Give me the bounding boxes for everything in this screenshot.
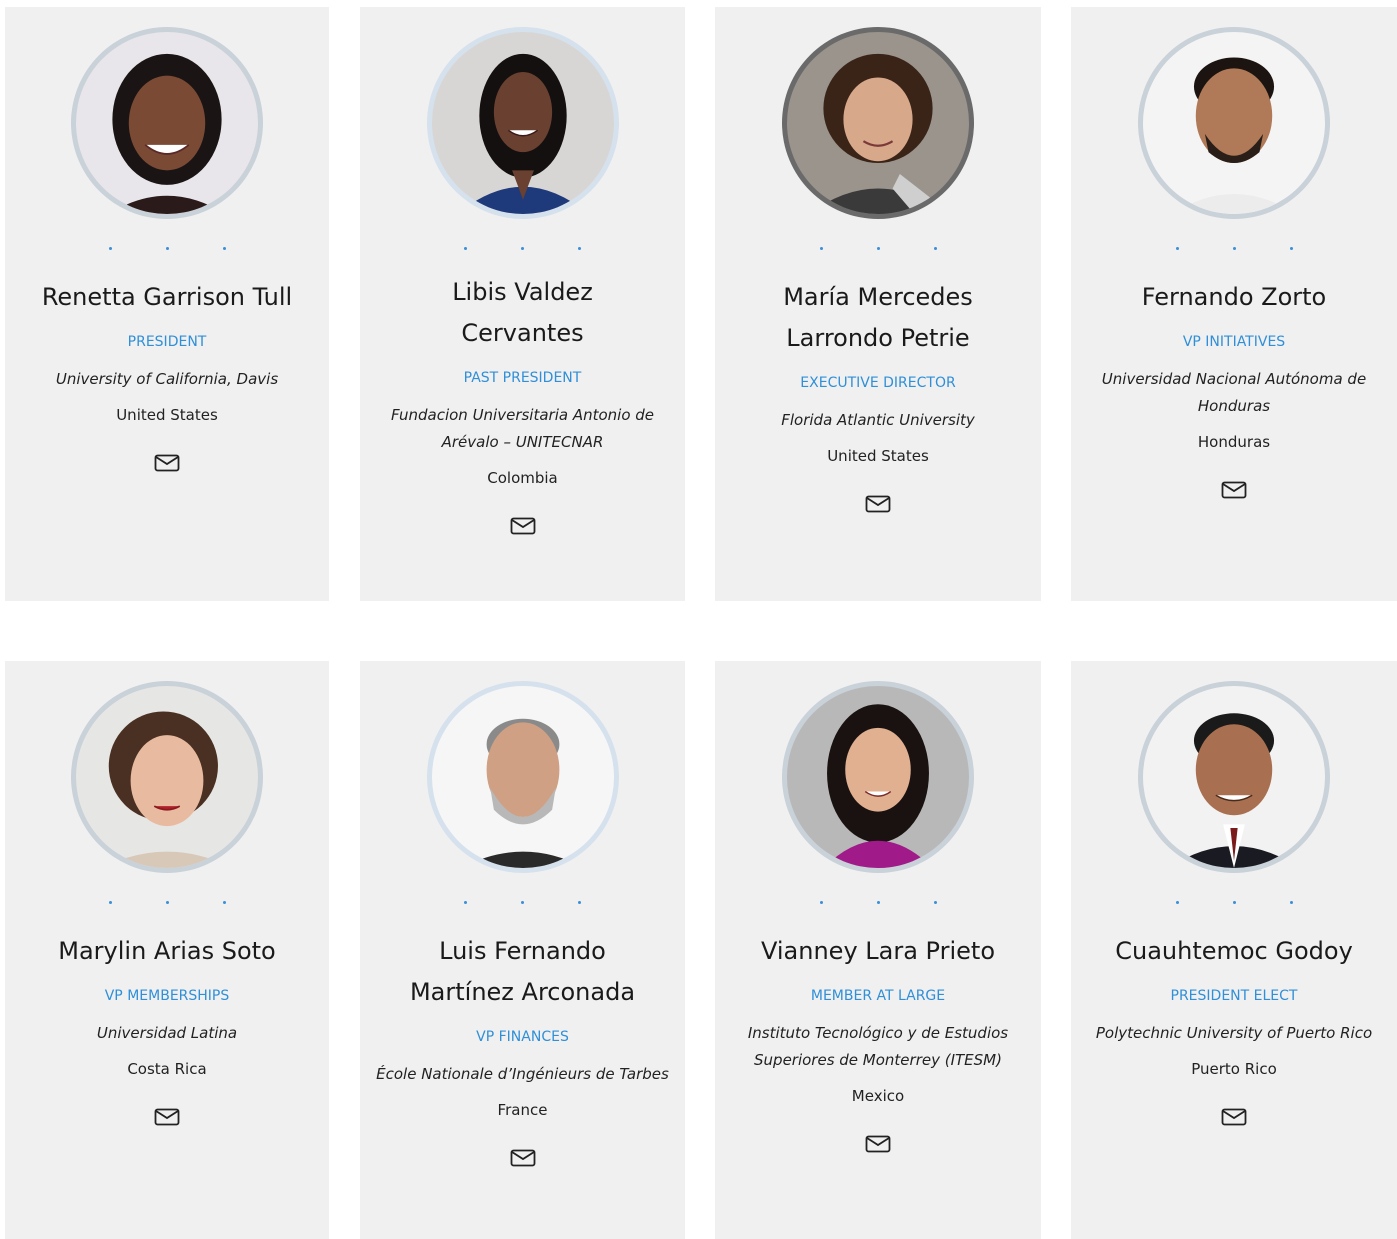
social-dot-icon[interactable] [464, 901, 467, 904]
social-dot-icon[interactable] [222, 901, 226, 904]
social-dot-icon[interactable] [578, 247, 581, 250]
member-country: United States [827, 447, 929, 465]
member-card: Luis Fernando Martínez Arconada VP FINAN… [360, 661, 685, 1239]
envelope-icon[interactable] [510, 517, 536, 535]
social-dot-icon[interactable] [165, 247, 169, 250]
member-role: VP MEMBERSHIPS [104, 988, 230, 1004]
member-institution: Universidad Nacional Autónoma de Hondura… [1101, 370, 1367, 415]
envelope-icon[interactable] [865, 495, 891, 513]
social-dot-icon[interactable] [1175, 901, 1179, 904]
envelope-icon[interactable] [1221, 481, 1247, 499]
member-card: Cuauhtemoc Godoy PRESIDENT ELECT Polytec… [1071, 661, 1397, 1239]
social-links [5, 901, 329, 917]
member-photo [71, 27, 263, 219]
social-dot-icon[interactable] [819, 901, 823, 904]
member-role: EXECUTIVE DIRECTOR [800, 375, 956, 391]
envelope-icon[interactable] [510, 1149, 536, 1167]
social-dot-icon[interactable] [222, 247, 226, 250]
member-photo [426, 27, 619, 219]
member-photo [1138, 27, 1330, 219]
member-name: Renetta Garrison Tull [41, 283, 293, 311]
member-photo [782, 681, 974, 873]
social-dot-icon[interactable] [108, 247, 112, 250]
member-institution: University of California, Davis [55, 370, 279, 388]
member-institution: Polytechnic University of Puerto Rico [1095, 1024, 1373, 1042]
member-photo [1138, 681, 1330, 873]
member-role: PRESIDENT [127, 334, 207, 350]
social-links [5, 247, 329, 263]
member-name: María Mercedes Larrondo Petrie [783, 283, 973, 352]
social-links [715, 247, 1041, 263]
member-name: Fernando Zorto [1141, 283, 1327, 311]
social-dot-icon[interactable] [876, 247, 880, 250]
member-country: Colombia [487, 469, 558, 487]
social-dot-icon[interactable] [108, 901, 112, 904]
member-country: Costa Rica [127, 1060, 207, 1078]
member-country: France [497, 1101, 548, 1119]
member-role: PAST PRESIDENT [463, 370, 582, 386]
social-dot-icon[interactable] [464, 247, 467, 250]
member-photo [782, 27, 974, 219]
social-dot-icon[interactable] [1289, 901, 1293, 904]
envelope-icon[interactable] [154, 454, 180, 472]
envelope-icon[interactable] [1221, 1108, 1247, 1126]
envelope-icon[interactable] [865, 1135, 891, 1153]
social-dot-icon[interactable] [1232, 901, 1236, 904]
member-name: Libis Valdez Cervantes [452, 278, 593, 347]
social-links [360, 247, 685, 263]
member-institution: École Nationale d’Ingénieurs de Tarbes [376, 1065, 669, 1083]
social-dot-icon[interactable] [819, 247, 823, 250]
envelope-icon[interactable] [154, 1108, 180, 1126]
member-institution: Universidad Latina [96, 1024, 238, 1042]
social-dot-icon[interactable] [521, 247, 524, 250]
member-country: Mexico [851, 1087, 905, 1105]
member-country: United States [116, 406, 218, 424]
social-dot-icon[interactable] [1289, 247, 1293, 250]
member-country: Puerto Rico [1191, 1060, 1277, 1078]
social-dot-icon[interactable] [876, 901, 880, 904]
member-institution: Florida Atlantic University [781, 411, 975, 429]
social-dot-icon[interactable] [1175, 247, 1179, 250]
social-links [1071, 247, 1397, 263]
member-role: VP FINANCES [476, 1029, 569, 1045]
member-role: PRESIDENT ELECT [1170, 988, 1298, 1004]
member-name: Cuauhtemoc Godoy [1115, 937, 1353, 965]
social-dot-icon[interactable] [933, 901, 937, 904]
member-role: VP INITIATIVES [1182, 334, 1286, 350]
social-dot-icon[interactable] [521, 901, 524, 904]
member-card: Fernando Zorto VP INITIATIVES Universida… [1071, 7, 1397, 601]
member-card: Marylin Arias Soto VP MEMBERSHIPS Univer… [5, 661, 329, 1239]
social-links [1071, 901, 1397, 917]
member-name: Luis Fernando Martínez Arconada [409, 937, 636, 1006]
social-dot-icon[interactable] [933, 247, 937, 250]
member-institution: Fundacion Universitaria Antonio de Aréva… [390, 406, 655, 451]
member-photo [426, 681, 619, 873]
member-card: Vianney Lara Prieto MEMBER AT LARGE Inst… [715, 661, 1041, 1239]
member-card: Renetta Garrison Tull PRESIDENT Universi… [5, 7, 329, 601]
social-dot-icon[interactable] [165, 901, 169, 904]
member-country: Honduras [1197, 433, 1271, 451]
member-card: Libis Valdez Cervantes PAST PRESIDENT Fu… [360, 7, 685, 601]
social-dot-icon[interactable] [1232, 247, 1236, 250]
social-links [715, 901, 1041, 917]
member-role: MEMBER AT LARGE [810, 988, 946, 1004]
social-dot-icon[interactable] [578, 901, 581, 904]
member-card: María Mercedes Larrondo Petrie EXECUTIVE… [715, 7, 1041, 601]
social-links [360, 901, 685, 917]
member-name: Marylin Arias Soto [58, 937, 276, 965]
member-photo [71, 681, 263, 873]
member-institution: Instituto Tecnológico y de Estudios Supe… [747, 1024, 1009, 1069]
member-name: Vianney Lara Prieto [760, 937, 995, 965]
